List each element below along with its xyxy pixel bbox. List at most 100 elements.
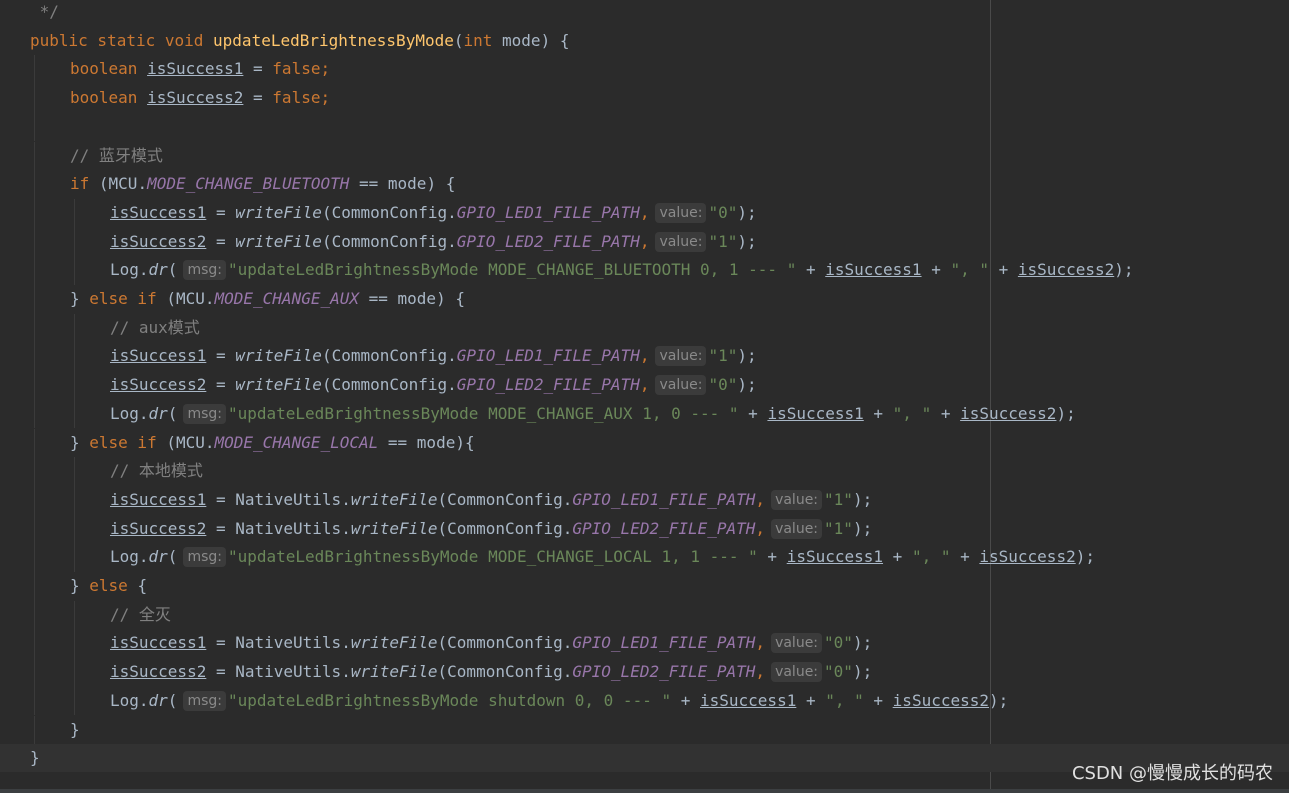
code-line[interactable]: public static void updateLedBrightnessBy…: [0, 27, 1289, 55]
indent-guide: [74, 485, 75, 515]
code-token: );: [737, 231, 757, 251]
code-token: = NativeUtils.: [206, 518, 351, 538]
code-token: == mode) {: [349, 174, 456, 194]
code-line[interactable]: // 本地模式: [0, 457, 1289, 485]
indent-guide: [74, 313, 75, 343]
indent-guide: [74, 198, 75, 228]
code-line[interactable]: isSuccess2 = NativeUtils.writeFile(Commo…: [0, 515, 1289, 543]
code-token: (MCU.: [166, 289, 215, 308]
code-token: == mode) {: [359, 289, 465, 308]
code-line[interactable]: isSuccess1 = NativeUtils.writeFile(Commo…: [0, 629, 1289, 657]
code-line[interactable]: } else {: [0, 572, 1289, 600]
code-token: writeFile: [350, 633, 438, 653]
indent-guide: [74, 371, 75, 400]
watermark: CSDN @慢慢成长的码农: [1071, 763, 1273, 784]
indent-guide: [34, 84, 35, 113]
code-token: );: [1114, 260, 1134, 280]
indent-guide: [34, 285, 35, 314]
code-line[interactable]: Log.dr(msg: "updateLedBrightnessByMode MO…: [0, 543, 1289, 571]
indent-guide: [34, 600, 35, 630]
code-token: "1": [708, 231, 738, 251]
indent-guide: [74, 658, 75, 687]
parameter-hint: value:: [771, 662, 823, 683]
code-line[interactable]: boolean isSuccess2 = false;: [0, 84, 1289, 112]
code-token: (: [167, 260, 178, 280]
code-token: isSuccess2: [110, 662, 207, 682]
code-token: GPIO_LED1_FILE_PATH: [572, 489, 756, 509]
code-token: );: [852, 633, 873, 653]
code-token: writeFile: [235, 375, 322, 395]
code-editor[interactable]: */ public static void updateLedBrightness…: [0, 0, 1289, 793]
code-token: GPIO_LED2_FILE_PATH: [456, 231, 640, 251]
indent-guide: [34, 227, 35, 257]
code-token: "0": [708, 202, 738, 222]
code-token: isSuccess2: [110, 375, 207, 395]
code-token: writeFile: [350, 518, 438, 538]
code-token: */: [30, 2, 59, 21]
code-line[interactable]: isSuccess2 = writeFile(CommonConfig.GPIO…: [0, 228, 1289, 256]
code-line[interactable]: } else if (MCU.MODE_CHANGE_LOCAL == mode…: [0, 429, 1289, 457]
code-token: +: [796, 690, 826, 710]
code-line[interactable]: isSuccess2 = NativeUtils.writeFile(Commo…: [0, 658, 1289, 686]
code-line[interactable]: Log.dr(msg: "updateLedBrightnessByMode sh…: [0, 687, 1289, 715]
code-line[interactable]: boolean isSuccess1 = false;: [0, 55, 1289, 83]
code-token: );: [737, 202, 757, 222]
code-token: ,: [639, 346, 650, 366]
code-token: dr: [148, 547, 168, 567]
code-token: writeFile: [235, 231, 322, 251]
indent-guide: [34, 55, 35, 85]
indent-guide: [74, 342, 75, 372]
code-line[interactable]: isSuccess1 = writeFile(CommonConfig.GPIO…: [0, 199, 1289, 227]
indent-guide: [74, 399, 75, 429]
code-token: public static void: [30, 30, 214, 50]
indent-guide: [34, 543, 35, 572]
code-token: isSuccess2: [892, 690, 989, 710]
code-token: writeFile: [350, 489, 438, 509]
code-token: );: [852, 662, 873, 682]
code-token: (CommonConfig.: [437, 489, 573, 509]
code-line[interactable]: isSuccess2 = writeFile(CommonConfig.GPIO…: [0, 371, 1289, 399]
parameter-hint: value:: [655, 231, 707, 252]
code-token: false;: [272, 88, 331, 108]
code-token: "0": [824, 662, 853, 682]
code-token: }: [70, 289, 90, 308]
code-token: isSuccess1: [825, 260, 922, 280]
code-token: = NativeUtils.: [206, 489, 351, 509]
code-line[interactable]: } else if (MCU.MODE_CHANGE_AUX == mode) …: [0, 285, 1289, 313]
code-token: +: [671, 690, 700, 710]
code-token: else: [89, 576, 138, 595]
code-line[interactable]: Log.dr(msg: "updateLedBrightnessByMode MO…: [0, 256, 1289, 284]
code-token: (MCU.: [166, 432, 215, 452]
code-token: ,: [639, 231, 650, 251]
code-line[interactable]: isSuccess1 = NativeUtils.writeFile(Commo…: [0, 486, 1289, 514]
horizontal-scrollbar[interactable]: [0, 789, 1289, 793]
code-line[interactable]: // aux模式: [0, 314, 1289, 342]
code-line[interactable]: */: [0, 0, 1289, 26]
code-token: Log.: [110, 547, 149, 567]
code-token: (: [453, 30, 464, 50]
code-token: +: [989, 260, 1018, 280]
code-token: isSuccess1: [700, 690, 797, 710]
indent-guide: [34, 658, 35, 687]
code-token: = NativeUtils.: [206, 662, 351, 682]
code-token: }: [30, 748, 40, 768]
code-line[interactable]: [0, 113, 1289, 141]
indent-guide: [74, 600, 75, 630]
code-line[interactable]: if (MCU.MODE_CHANGE_BLUETOOTH == mode) {: [0, 170, 1289, 198]
code-token: ", ": [911, 547, 951, 567]
code-line[interactable]: // 蓝牙模式: [0, 142, 1289, 170]
code-line[interactable]: }: [0, 716, 1289, 744]
code-line[interactable]: isSuccess1 = writeFile(CommonConfig.GPIO…: [0, 342, 1289, 370]
code-token: }: [70, 719, 80, 739]
code-line[interactable]: // 全灭: [0, 601, 1289, 629]
code-token: =: [206, 346, 236, 366]
code-token: ,: [755, 633, 766, 653]
code-token: isSuccess1: [110, 633, 207, 653]
code-token: isSuccess2: [110, 518, 207, 538]
code-token: dr: [148, 260, 168, 280]
code-line[interactable]: Log.dr(msg: "updateLedBrightnessByMode MO…: [0, 400, 1289, 428]
code-token: "1": [824, 489, 853, 509]
code-token: );: [852, 489, 873, 509]
indent-guide: [34, 170, 35, 199]
code-token: +: [738, 403, 768, 423]
